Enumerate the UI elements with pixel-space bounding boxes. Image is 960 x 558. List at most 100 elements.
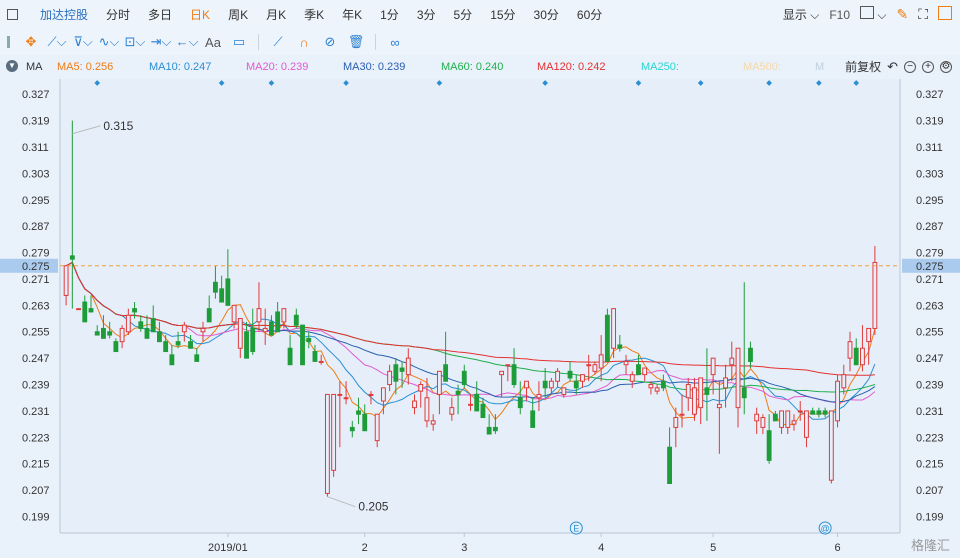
x-tick-label: 6: [834, 542, 840, 554]
y-tick-label-right: 0.279: [916, 248, 944, 260]
tab-4[interactable]: 月K: [257, 6, 295, 23]
candlestick-chart[interactable]: 0.327 0.327 0.319 0.319 0.311 0.311 0.303 0.303…: [0, 79, 960, 558]
candle-body: [573, 380, 579, 389]
comment-icon[interactable]: ▭: [226, 32, 252, 52]
ruler-icon[interactable]: ⟋: [265, 32, 291, 52]
x-tick-label: 5: [710, 542, 716, 554]
y-tick-label-right: 0.215: [916, 459, 944, 471]
candle-body: [530, 410, 536, 428]
y-tick-label-left: 0.319: [22, 116, 50, 128]
display-menu[interactable]: 显示 ⌵: [783, 6, 819, 23]
tab-9[interactable]: 5分: [445, 6, 482, 23]
y-tick-label-right: 0.271: [916, 274, 944, 286]
adjust-label[interactable]: 前复权: [845, 58, 881, 75]
candle-body: [281, 308, 287, 323]
tab-11[interactable]: 30分: [525, 6, 568, 23]
chevron-down-icon: ⌵: [810, 8, 820, 22]
tab-3[interactable]: 周K: [219, 6, 257, 23]
candle-body: [617, 344, 623, 349]
pen-icon[interactable]: ✎: [896, 6, 908, 23]
candle-body: [132, 308, 137, 313]
tab-5[interactable]: 季K: [295, 6, 333, 23]
candle-body: [268, 321, 274, 336]
channel-tool-icon[interactable]: ⊽⌵: [70, 32, 96, 52]
y-tick-label-left: 0.263: [22, 300, 50, 312]
event-marker-label: @: [821, 524, 830, 534]
y-tick-label-right: 0.327: [916, 89, 944, 101]
arrow-tool-icon[interactable]: ←⌵: [174, 32, 200, 52]
tab-1[interactable]: 多日: [139, 6, 181, 23]
ma-item-6: MA250:: [641, 61, 679, 73]
candle-body: [318, 360, 324, 363]
ma-legend-bar: ▼ MA MA5: 0.256 MA10: 0.247 MA20: 0.239 MA3…: [0, 55, 960, 79]
candle-body: [673, 417, 679, 428]
hide-drawings-icon[interactable]: ⊘: [317, 32, 343, 52]
link-icon[interactable]: ∞: [382, 32, 408, 52]
close-panel-icon[interactable]: [938, 6, 952, 23]
display-label: 显示: [782, 8, 807, 22]
candle: [828, 410, 834, 484]
tab-2[interactable]: 日K: [181, 6, 219, 23]
y-tick-label-left: 0.279: [22, 248, 50, 260]
candle-body: [853, 347, 859, 366]
wave-tool-icon[interactable]: ∿⌵: [96, 32, 122, 52]
tab-6[interactable]: 年K: [333, 6, 371, 23]
settings-icon[interactable]: ⚙: [940, 60, 952, 73]
candle-body: [754, 413, 760, 422]
candle-body: [107, 331, 113, 336]
tab-0[interactable]: 分时: [97, 6, 139, 23]
collapse-toolbar-icon[interactable]: [7, 36, 10, 48]
trash-icon[interactable]: 🗑: [343, 32, 369, 52]
tab-10[interactable]: 15分: [481, 6, 524, 23]
tab-12[interactable]: 60分: [568, 6, 611, 23]
candle-body: [206, 308, 212, 323]
undo-icon[interactable]: ↶: [887, 59, 898, 75]
layout-icon[interactable]: ⌵: [860, 6, 886, 23]
fullscreen-icon[interactable]: ⛶: [918, 6, 928, 23]
candle-body: [810, 410, 816, 415]
y-tick-label-right: 0.287: [916, 221, 944, 233]
x-tick-label: 2: [362, 542, 368, 554]
toolbar-divider: [258, 34, 259, 50]
candle-body: [505, 364, 511, 367]
candle-body: [729, 357, 735, 366]
candle-body: [212, 281, 218, 293]
candle-body: [580, 374, 585, 382]
zoom-in-icon[interactable]: +: [922, 60, 934, 73]
x-tick-label: 3: [461, 542, 467, 554]
candle-body: [872, 261, 878, 329]
candle-body: [101, 327, 106, 339]
candle-body: [586, 364, 592, 367]
candle: [604, 308, 610, 362]
fib-tool-icon[interactable]: ⊡⌵: [122, 32, 148, 52]
tab-8[interactable]: 3分: [408, 6, 445, 23]
y-tick-label-left: 0.255: [22, 327, 50, 339]
candle-body: [548, 380, 554, 389]
ma-item-3: MA30: 0.239: [343, 61, 406, 73]
magnet-icon[interactable]: ∩: [291, 32, 317, 52]
candle-body: [636, 364, 641, 376]
text-tool[interactable]: Aa: [200, 32, 226, 52]
y-tick-label-right: 0.231: [916, 406, 944, 418]
candle-body: [592, 364, 598, 372]
current-price-label-right: 0.275: [916, 261, 944, 273]
candle-body: [287, 347, 293, 366]
ma-collapse-icon[interactable]: ▼: [6, 60, 18, 72]
sidebar-toggle-icon[interactable]: [7, 9, 18, 20]
ma-label: MA: [26, 61, 43, 73]
tab-7[interactable]: 1分: [371, 6, 408, 23]
candle-body: [517, 397, 523, 409]
candle-body: [200, 327, 206, 333]
candle-body: [436, 370, 442, 395]
line-tool-icon[interactable]: ⟋⌵: [44, 32, 70, 52]
crosshair-icon[interactable]: ✥: [18, 32, 44, 52]
f10-button[interactable]: F10: [829, 8, 850, 22]
range-tool-icon[interactable]: ⇥⌵: [148, 32, 174, 52]
candle-body: [499, 370, 505, 376]
y-tick-label-left: 0.223: [22, 432, 50, 444]
y-tick-label-right: 0.207: [916, 485, 944, 497]
candle-body: [393, 364, 399, 382]
candle-body: [785, 410, 791, 428]
candle-body: [841, 374, 847, 389]
zoom-out-icon[interactable]: −: [904, 60, 916, 73]
